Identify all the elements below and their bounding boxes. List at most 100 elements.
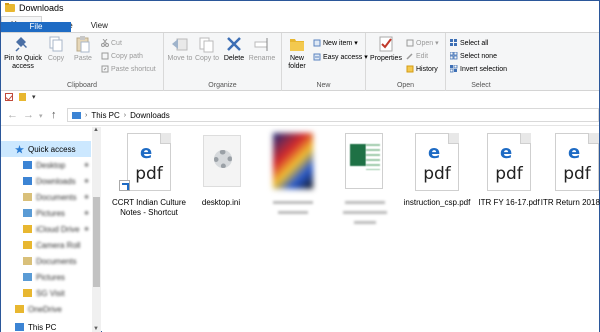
- select-label: Select: [471, 82, 491, 89]
- recent-locations-icon[interactable]: ▾: [39, 112, 43, 120]
- file-item[interactable]: e pdf ITR Return 2018.pdf: [541, 133, 600, 208]
- nav-scrollbar[interactable]: ▲ ▼: [92, 127, 101, 332]
- nav-item-documents[interactable]: Documents ✱: [1, 189, 91, 205]
- scroll-down-icon[interactable]: ▼: [93, 326, 99, 332]
- forward-arrow-icon[interactable]: →: [23, 109, 34, 121]
- select-all-button[interactable]: Select all: [450, 38, 488, 48]
- paste-shortcut-button[interactable]: Paste shortcut: [101, 64, 156, 74]
- document-icon: e pdf: [127, 133, 171, 191]
- organize-group: Move to Copy to Delete Rename Organize: [164, 33, 282, 91]
- file-list: e pdf CCRT Indian Culture Notes - Shortc…: [102, 127, 600, 332]
- paste-button[interactable]: Paste: [71, 35, 95, 63]
- nav-item-pictures[interactable]: Pictures ✱: [1, 205, 91, 221]
- history-icon: [406, 65, 414, 73]
- customize-dropdown-icon[interactable]: ▾: [32, 93, 36, 101]
- organize-label: Organize: [208, 82, 237, 89]
- invert-selection-icon: [449, 64, 458, 73]
- history-button[interactable]: History: [406, 64, 438, 74]
- tab-view[interactable]: View: [82, 18, 117, 33]
- nav-item-this-pc[interactable]: This PC: [1, 319, 91, 332]
- dropdown-arrow-icon: ▾: [354, 40, 358, 47]
- nav-item-camera-roll[interactable]: Camera Roll: [1, 237, 91, 253]
- folder-icon: [23, 241, 32, 249]
- copy-button[interactable]: Copy: [45, 35, 67, 63]
- image-thumbnail-icon: [267, 133, 319, 193]
- scroll-up-icon[interactable]: ▲: [93, 127, 99, 133]
- properties-check-icon[interactable]: [5, 93, 13, 101]
- rename-button[interactable]: Rename: [248, 35, 276, 63]
- pictures-icon: [23, 209, 32, 217]
- breadcrumb-this-pc[interactable]: This PC: [91, 111, 119, 120]
- edit-button[interactable]: Edit: [406, 51, 428, 61]
- easy-access-icon: [313, 53, 321, 61]
- nav-item-pictures-2[interactable]: Pictures: [1, 269, 91, 285]
- nav-item-downloads[interactable]: Downloads ✱: [1, 173, 91, 189]
- chevron-right-icon: ›: [85, 111, 88, 119]
- file-item[interactable]: desktop.ini: [186, 133, 256, 208]
- documents-icon: [23, 193, 32, 201]
- dropdown-arrow-icon: ▾: [435, 40, 439, 47]
- new-item-button[interactable]: New item ▾: [313, 38, 358, 48]
- file-item[interactable]: e pdf CCRT Indian Culture Notes - Shortc…: [112, 133, 186, 218]
- new-folder-icon: [288, 35, 306, 53]
- open-group: Properties Open ▾ Edit History Open: [366, 33, 446, 91]
- navigation-bar: ← → ▾ ↑ › This PC › Downloads: [1, 104, 599, 126]
- open-button[interactable]: Open ▾: [406, 38, 439, 48]
- clipboard-label: Clipboard: [67, 82, 97, 89]
- document-icon: [203, 135, 241, 187]
- clipboard-group: Pin to Quick access Copy Paste Cut Copy …: [1, 33, 164, 91]
- paste-shortcut-icon: [101, 65, 109, 73]
- properties-button[interactable]: Properties: [368, 35, 404, 63]
- copy-to-button[interactable]: Copy to: [194, 35, 220, 63]
- pin-icon: ✱: [83, 210, 89, 217]
- pdf-icon: e pdf: [119, 133, 175, 193]
- new-folder-button[interactable]: New folder: [284, 35, 310, 71]
- open-icon: [406, 39, 414, 47]
- select-none-button[interactable]: Select none: [449, 51, 497, 61]
- explorer-window: Downloads File Home Share View Pin to Qu…: [0, 0, 600, 332]
- nav-item-icloud-drive[interactable]: iCloud Drive ✱: [1, 221, 91, 237]
- onedrive-icon: [15, 305, 24, 313]
- nav-item-onedrive[interactable]: OneDrive: [1, 301, 91, 317]
- pdf-label: pdf: [563, 164, 591, 184]
- pin-to-quick-access-button[interactable]: Pin to Quick access: [4, 35, 42, 71]
- file-item[interactable]: [326, 133, 404, 228]
- new-group: New folder New item ▾ Easy access ▾ New: [282, 33, 368, 91]
- easy-access-button[interactable]: Easy access ▾: [313, 52, 368, 62]
- this-pc-icon: [72, 111, 81, 119]
- open-label: Open: [396, 82, 415, 89]
- pin-icon: ✱: [83, 178, 89, 185]
- copy-icon: [47, 35, 65, 53]
- this-pc-icon: [15, 323, 24, 331]
- pictures-icon: [23, 273, 32, 281]
- nav-item-sg-visit[interactable]: SG Visit: [1, 285, 91, 301]
- rename-icon: [253, 35, 271, 53]
- nav-item-desktop[interactable]: Desktop ✱: [1, 157, 91, 173]
- breadcrumb-downloads[interactable]: Downloads: [130, 111, 170, 120]
- new-label: New: [316, 82, 331, 89]
- up-arrow-icon[interactable]: ↑: [51, 109, 57, 121]
- new-item-icon: [313, 39, 321, 47]
- file-item[interactable]: [254, 133, 332, 218]
- pdf-label: pdf: [495, 164, 523, 184]
- new-folder-icon[interactable]: [19, 93, 26, 101]
- excel-file-icon: [339, 133, 391, 193]
- edge-logo-icon: e: [140, 142, 153, 163]
- address-bar[interactable]: › This PC › Downloads: [67, 108, 599, 122]
- window-title: Downloads: [19, 3, 64, 13]
- file-item[interactable]: e pdf ITR FY 16-17.pdf: [474, 133, 544, 208]
- file-item[interactable]: e pdf instruction_csp.pdf: [402, 133, 472, 208]
- scrollbar-thumb[interactable]: [93, 197, 100, 287]
- copy-path-button[interactable]: Copy path: [101, 51, 143, 61]
- back-arrow-icon[interactable]: ←: [7, 109, 18, 121]
- documents-icon: [23, 257, 32, 265]
- scissors-icon: [101, 38, 109, 47]
- delete-button[interactable]: Delete: [222, 35, 246, 63]
- pin-icon: ✱: [83, 194, 89, 201]
- pdf-icon: e pdf: [483, 133, 535, 193]
- nav-item-documents-2[interactable]: Documents: [1, 253, 91, 269]
- move-to-button[interactable]: Move to: [167, 35, 193, 63]
- nav-item-quick-access[interactable]: Quick access: [1, 141, 91, 157]
- invert-selection-button[interactable]: Invert selection: [449, 64, 507, 74]
- cut-button[interactable]: Cut: [101, 38, 122, 48]
